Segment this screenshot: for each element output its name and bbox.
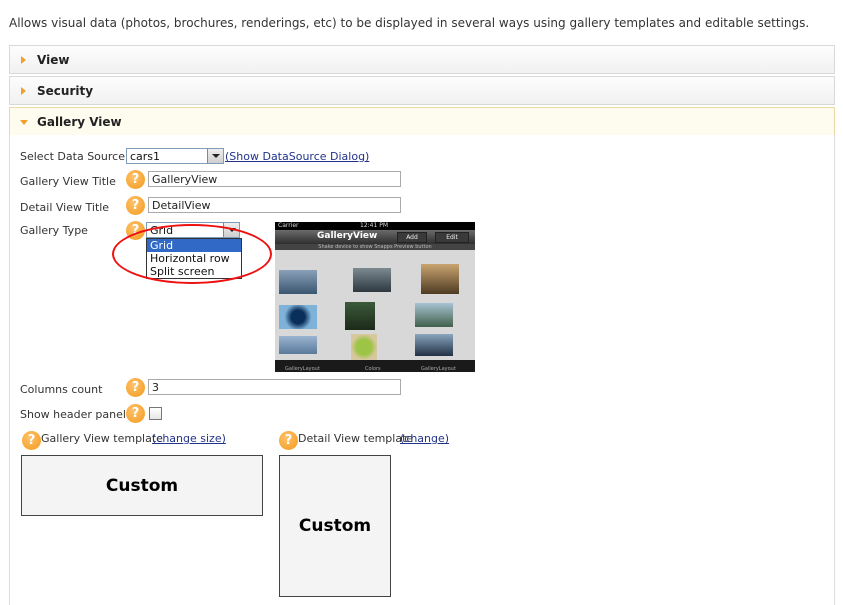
section-security[interactable]: Security xyxy=(9,76,835,105)
help-icon[interactable]: ? xyxy=(126,404,145,423)
gallery-template-change-size-link[interactable]: (change size) xyxy=(152,432,226,445)
section-title: Security xyxy=(37,84,94,98)
section-view[interactable]: View xyxy=(9,45,835,74)
preview-time: 12:41 PM xyxy=(360,222,388,229)
preview-tab: GalleryLayout xyxy=(421,366,456,372)
detail-template-change-link[interactable]: (change) xyxy=(400,432,449,445)
page-description: Allows visual data (photos, brochures, r… xyxy=(9,16,810,30)
preview-photo xyxy=(351,334,377,360)
help-icon[interactable]: ? xyxy=(22,431,41,450)
preview-photo xyxy=(345,302,375,330)
help-icon[interactable]: ? xyxy=(126,170,145,189)
data-source-value: cars1 xyxy=(130,150,161,163)
highlight-ellipse xyxy=(112,224,272,284)
gallery-title-input[interactable] xyxy=(148,171,401,187)
preview-tab: GalleryLayout xyxy=(285,366,320,372)
data-source-select[interactable]: cars1 xyxy=(126,148,224,164)
detail-title-input[interactable] xyxy=(148,197,401,213)
preview-nav-bar: GalleryView Add Edit xyxy=(275,230,475,244)
preview-photo xyxy=(353,268,391,292)
gallery-type-label: Gallery Type xyxy=(20,224,88,237)
expanded-arrow-icon xyxy=(20,120,28,125)
preview-photo xyxy=(415,334,453,356)
preview-photo xyxy=(415,303,453,327)
detail-template-box[interactable]: Custom xyxy=(279,455,391,597)
columns-count-input[interactable] xyxy=(148,379,401,395)
preview-title: GalleryView xyxy=(317,231,378,241)
help-icon[interactable]: ? xyxy=(279,431,298,450)
section-title: Gallery View xyxy=(37,115,122,129)
preview-add-button: Add xyxy=(397,232,427,243)
preview-status-bar: Carrier 12:41 PM xyxy=(275,222,475,230)
data-source-label: Select Data Source: xyxy=(20,150,129,163)
preview-photo xyxy=(279,336,317,354)
gallery-preview-image: Carrier 12:41 PM GalleryView Add Edit Sh… xyxy=(275,222,475,372)
show-header-checkbox[interactable] xyxy=(149,407,162,420)
preview-photo xyxy=(421,264,459,294)
section-gallery-view[interactable]: Gallery View xyxy=(9,107,835,136)
section-title: View xyxy=(37,53,70,67)
gallery-title-label: Gallery View Title xyxy=(20,175,116,188)
gallery-template-box[interactable]: Custom xyxy=(21,455,263,516)
help-icon[interactable]: ? xyxy=(126,196,145,215)
show-header-label: Show header panel xyxy=(20,408,126,421)
columns-count-label: Columns count xyxy=(20,383,103,396)
preview-carrier: Carrier xyxy=(278,222,299,229)
show-datasource-link[interactable]: (Show DataSource Dialog) xyxy=(225,150,369,163)
dropdown-arrow-icon[interactable] xyxy=(207,149,223,163)
preview-photo xyxy=(279,305,317,329)
preview-photo-grid xyxy=(275,250,475,360)
gallery-template-label: Gallery View template xyxy=(41,432,163,445)
preview-tab: Colors xyxy=(365,366,381,372)
preview-tab-bar: GalleryLayout Colors GalleryLayout xyxy=(275,360,475,372)
detail-title-label: Detail View Title xyxy=(20,201,110,214)
collapsed-arrow-icon xyxy=(21,87,26,95)
help-icon[interactable]: ? xyxy=(126,378,145,397)
preview-edit-button: Edit xyxy=(435,232,469,243)
collapsed-arrow-icon xyxy=(21,56,26,64)
detail-template-label: Detail View template xyxy=(298,432,414,445)
preview-photo xyxy=(279,270,317,294)
